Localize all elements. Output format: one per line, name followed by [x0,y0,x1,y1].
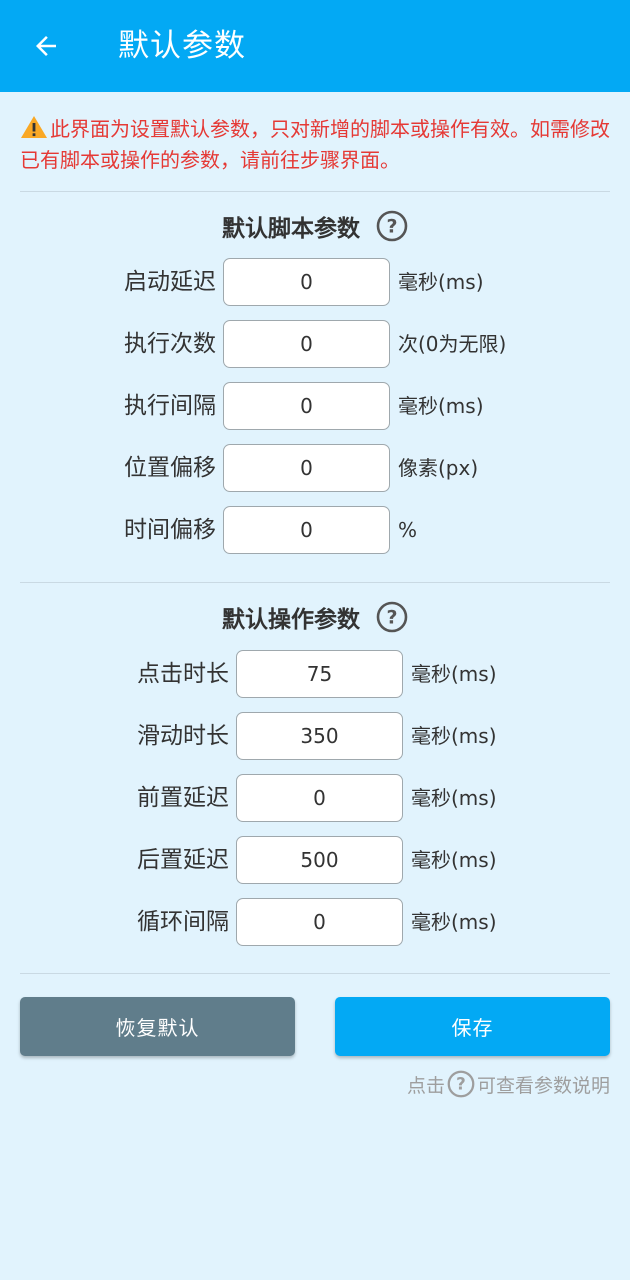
hint-suffix: 可查看参数说明 [476,1074,610,1097]
param-input[interactable] [223,382,390,430]
help-icon: ? [447,1070,475,1098]
back-button[interactable] [22,24,70,68]
param-label: 位置偏移 [124,455,216,481]
param-unit: 次(0为无限) [398,332,507,356]
param-input[interactable] [223,444,390,492]
script-section-title-text: 默认脚本参数 [222,216,360,242]
warning-text: 此界面为设置默认参数，只对新增的脚本或操作有效。如需修改已有脚本或操作的参数，请… [20,117,610,172]
param-unit: 毫秒(ms) [411,724,497,748]
param-unit: 毫秒(ms) [411,910,497,934]
action-section-title: 默认操作参数 ? [0,599,630,635]
param-input[interactable] [223,506,390,554]
param-label: 点击时长 [137,661,229,687]
script-section-title: 默认脚本参数 ? [0,208,630,244]
svg-text:?: ? [456,1075,466,1094]
param-input[interactable] [236,836,403,884]
help-hint: 点击 ? 可查看参数说明 [407,1068,610,1100]
param-input[interactable] [223,258,390,306]
help-icon[interactable]: ? [376,601,408,633]
hint-prefix: 点击 [406,1074,445,1097]
param-unit: 毫秒(ms) [398,270,484,294]
param-label: 前置延迟 [137,785,229,811]
param-input[interactable] [236,650,403,698]
save-button[interactable]: 保存 [335,997,610,1056]
param-label: 滑动时长 [137,723,229,749]
divider [20,582,610,583]
param-unit: 毫秒(ms) [411,848,497,872]
svg-text:?: ? [386,607,397,629]
action-section-title-text: 默认操作参数 [222,607,360,633]
param-input[interactable] [236,774,403,822]
param-input[interactable] [236,898,403,946]
app-bar: 默认参数 [0,0,630,92]
arrow-left-icon [36,36,56,56]
param-input[interactable] [236,712,403,760]
param-label: 循环间隔 [137,909,229,935]
divider [20,191,610,192]
divider [20,973,610,974]
warning-message: 此界面为设置默认参数，只对新增的脚本或操作有效。如需修改已有脚本或操作的参数，请… [20,114,612,176]
param-label: 时间偏移 [124,517,216,543]
param-label: 后置延迟 [137,847,229,873]
param-unit: % [398,518,418,542]
param-unit: 毫秒(ms) [398,394,484,418]
param-unit: 毫秒(ms) [411,662,497,686]
help-icon[interactable]: ? [376,210,408,242]
warning-icon [21,116,47,138]
param-input[interactable] [223,320,390,368]
param-label: 执行间隔 [124,393,216,419]
param-label: 执行次数 [124,331,216,357]
page-title: 默认参数 [118,28,246,64]
param-label: 启动延迟 [124,269,216,295]
param-unit: 毫秒(ms) [411,786,497,810]
svg-text:?: ? [386,216,397,238]
param-unit: 像素(px) [398,456,479,480]
reset-defaults-button[interactable]: 恢复默认 [20,997,295,1056]
